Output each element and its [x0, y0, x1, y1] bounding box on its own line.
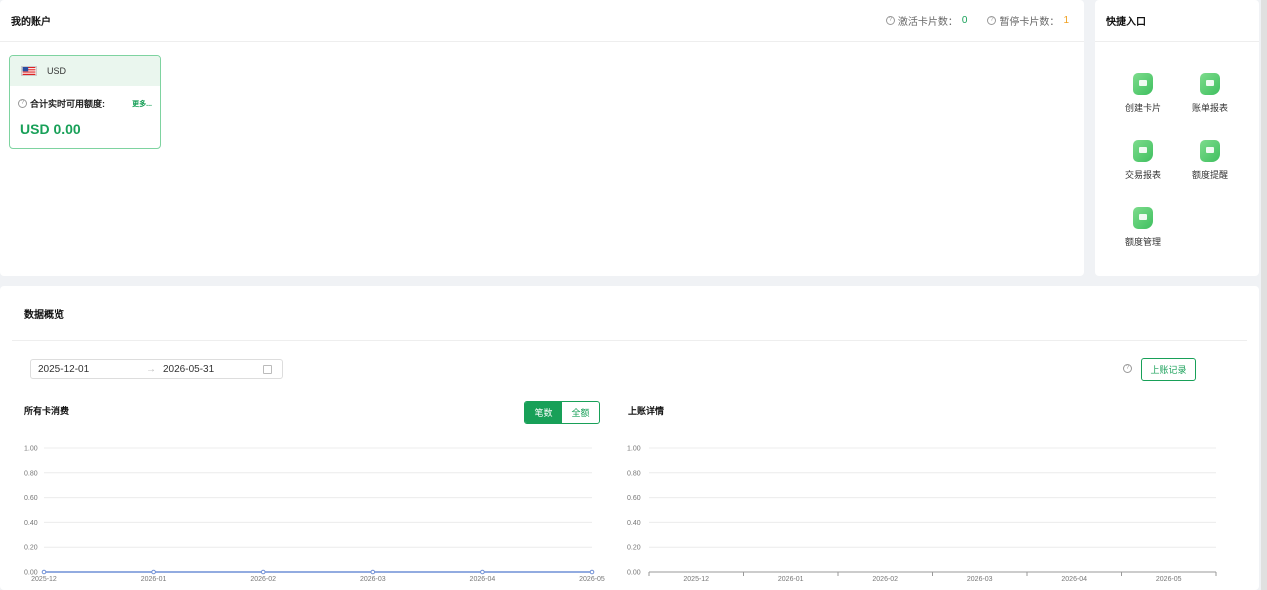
- active-cards-stat: ? 激活卡片数： 0: [885, 13, 968, 28]
- x-tick-label: 2026-05: [1156, 576, 1182, 583]
- limit-alert-icon: [1200, 140, 1220, 162]
- y-tick-label: 0.40: [24, 520, 38, 527]
- overview-card: 数据概览 2025-12-01 → 2026-05-31 ? 上账记录 所有卡消…: [0, 286, 1259, 590]
- quick-item-label: 创建卡片: [1124, 103, 1161, 113]
- available-amount: USD 0.00: [20, 121, 81, 137]
- available-row: ? 合计实时可用额度: 更多...: [10, 86, 160, 110]
- quick-limit-alert[interactable]: 额度提醒: [1180, 140, 1240, 181]
- y-tick-label: 1.00: [627, 446, 641, 453]
- account-header: 我的账户 ? 激活卡片数： 0 ? 暂停卡片数： 1: [0, 0, 1084, 42]
- paused-cards-stat: ? 暂停卡片数： 1: [987, 13, 1069, 28]
- help-icon[interactable]: ?: [18, 99, 27, 108]
- quick-item-label: 交易报表: [1124, 170, 1161, 180]
- date-end[interactable]: 2026-05-31: [163, 364, 214, 375]
- data-point: [480, 569, 485, 575]
- quick-item-label: 额度管理: [1124, 237, 1161, 247]
- transaction-report-icon: [1133, 140, 1153, 162]
- data-point: [151, 569, 156, 575]
- x-tick-label: 2026-02: [872, 576, 898, 583]
- date-separator: →: [146, 363, 156, 375]
- bill-report-icon: [1200, 73, 1220, 95]
- quick-item-label: 账单报表: [1191, 103, 1228, 113]
- quick-entry-card: 快捷入口 创建卡片 账单报表 交易报表 额度提醒 额度管理: [1095, 0, 1259, 276]
- date-range-picker[interactable]: 2025-12-01 → 2026-05-31: [30, 359, 283, 379]
- y-tick-label: 0.80: [627, 470, 641, 477]
- currency-card-usd[interactable]: USD ? 合计实时可用额度: 更多... USD 0.00: [9, 55, 161, 149]
- amount-toggle-button[interactable]: 全额: [562, 402, 599, 423]
- quick-bill-report[interactable]: 账单报表: [1180, 73, 1240, 114]
- account-card: 我的账户 ? 激活卡片数： 0 ? 暂停卡片数： 1 USD ? 合计实时可用额…: [0, 0, 1084, 276]
- calendar-icon[interactable]: [263, 365, 272, 374]
- y-tick-label: 0.60: [627, 495, 641, 502]
- y-tick-label: 1.00: [24, 446, 38, 453]
- chart-title-consumption: 所有卡消费: [24, 406, 70, 416]
- paused-cards-count: 1: [1063, 15, 1069, 26]
- y-tick-label: 0.40: [627, 520, 641, 527]
- overview-header: 数据概览: [12, 286, 1247, 341]
- data-point: [41, 569, 47, 575]
- y-tick-label: 0.80: [24, 470, 38, 477]
- consumption-chart: 1.000.800.600.400.200.002025-12 2026-01 20…: [24, 446, 605, 584]
- y-tick-label: 0.60: [24, 495, 38, 502]
- us-flag-icon: [21, 66, 37, 76]
- active-cards-count: 0: [961, 15, 968, 26]
- currency-code: USD: [47, 66, 67, 76]
- data-point: [260, 569, 266, 575]
- available-label: 合计实时可用额度:: [30, 99, 105, 109]
- chart-title-topup: 上账详情: [628, 406, 665, 416]
- data-point: [370, 569, 376, 575]
- y-tick-label: 0.20: [627, 545, 641, 552]
- metric-toggle[interactable]: 笔数 全额: [524, 401, 600, 424]
- quick-transaction-report[interactable]: 交易报表: [1113, 140, 1173, 181]
- x-tick-label: 2026-03: [967, 576, 993, 583]
- help-icon[interactable]: ?: [885, 16, 895, 25]
- quick-create-card[interactable]: 创建卡片: [1113, 73, 1173, 114]
- help-icon[interactable]: ?: [987, 16, 997, 25]
- overview-title: 数据概览: [24, 309, 64, 321]
- y-tick-label: 0.20: [24, 545, 38, 552]
- x-tick-label: 2026-02: [250, 576, 276, 583]
- currency-header: USD: [10, 56, 160, 86]
- quick-title: 快捷入口: [1106, 17, 1146, 28]
- x-tick-label: 2026-03: [360, 576, 386, 583]
- quick-limit-management[interactable]: 额度管理: [1113, 207, 1173, 248]
- more-link[interactable]: 更多...: [132, 99, 152, 109]
- x-tick-label: 2025-12: [31, 576, 57, 583]
- quick-header: 快捷入口: [1095, 0, 1259, 42]
- limit-management-icon: [1133, 207, 1153, 229]
- create-card-icon: [1133, 73, 1153, 95]
- scrollbar[interactable]: [1261, 0, 1267, 590]
- topup-records-button[interactable]: 上账记录: [1141, 358, 1196, 381]
- x-tick-label: 2026-01: [141, 576, 167, 583]
- count-toggle-button[interactable]: 笔数: [525, 402, 562, 423]
- x-tick-label: 2025-12: [683, 576, 709, 583]
- x-tick-label: 2026-04: [470, 576, 496, 583]
- card-stats: ? 激活卡片数： 0 ? 暂停卡片数： 1: [866, 13, 1069, 28]
- quick-item-label: 额度提醒: [1191, 170, 1228, 180]
- x-tick-label: 2026-04: [1061, 576, 1087, 583]
- account-title: 我的账户: [11, 17, 51, 28]
- active-cards-label: 激活卡片数：: [897, 17, 958, 28]
- paused-cards-label: 暂停卡片数：: [999, 17, 1060, 28]
- y-tick-label: 0.00: [627, 570, 641, 577]
- topup-chart: 1.00 0.80 0.60 0.40 0.20 0.00 2025-12 2026-01 20…: [627, 446, 1217, 583]
- x-tick-label: 2026-01: [778, 576, 804, 583]
- help-icon[interactable]: ?: [1123, 364, 1132, 373]
- date-start[interactable]: 2025-12-01: [38, 364, 89, 375]
- x-tick-label: 2026-05: [579, 576, 605, 583]
- data-point: [589, 569, 595, 575]
